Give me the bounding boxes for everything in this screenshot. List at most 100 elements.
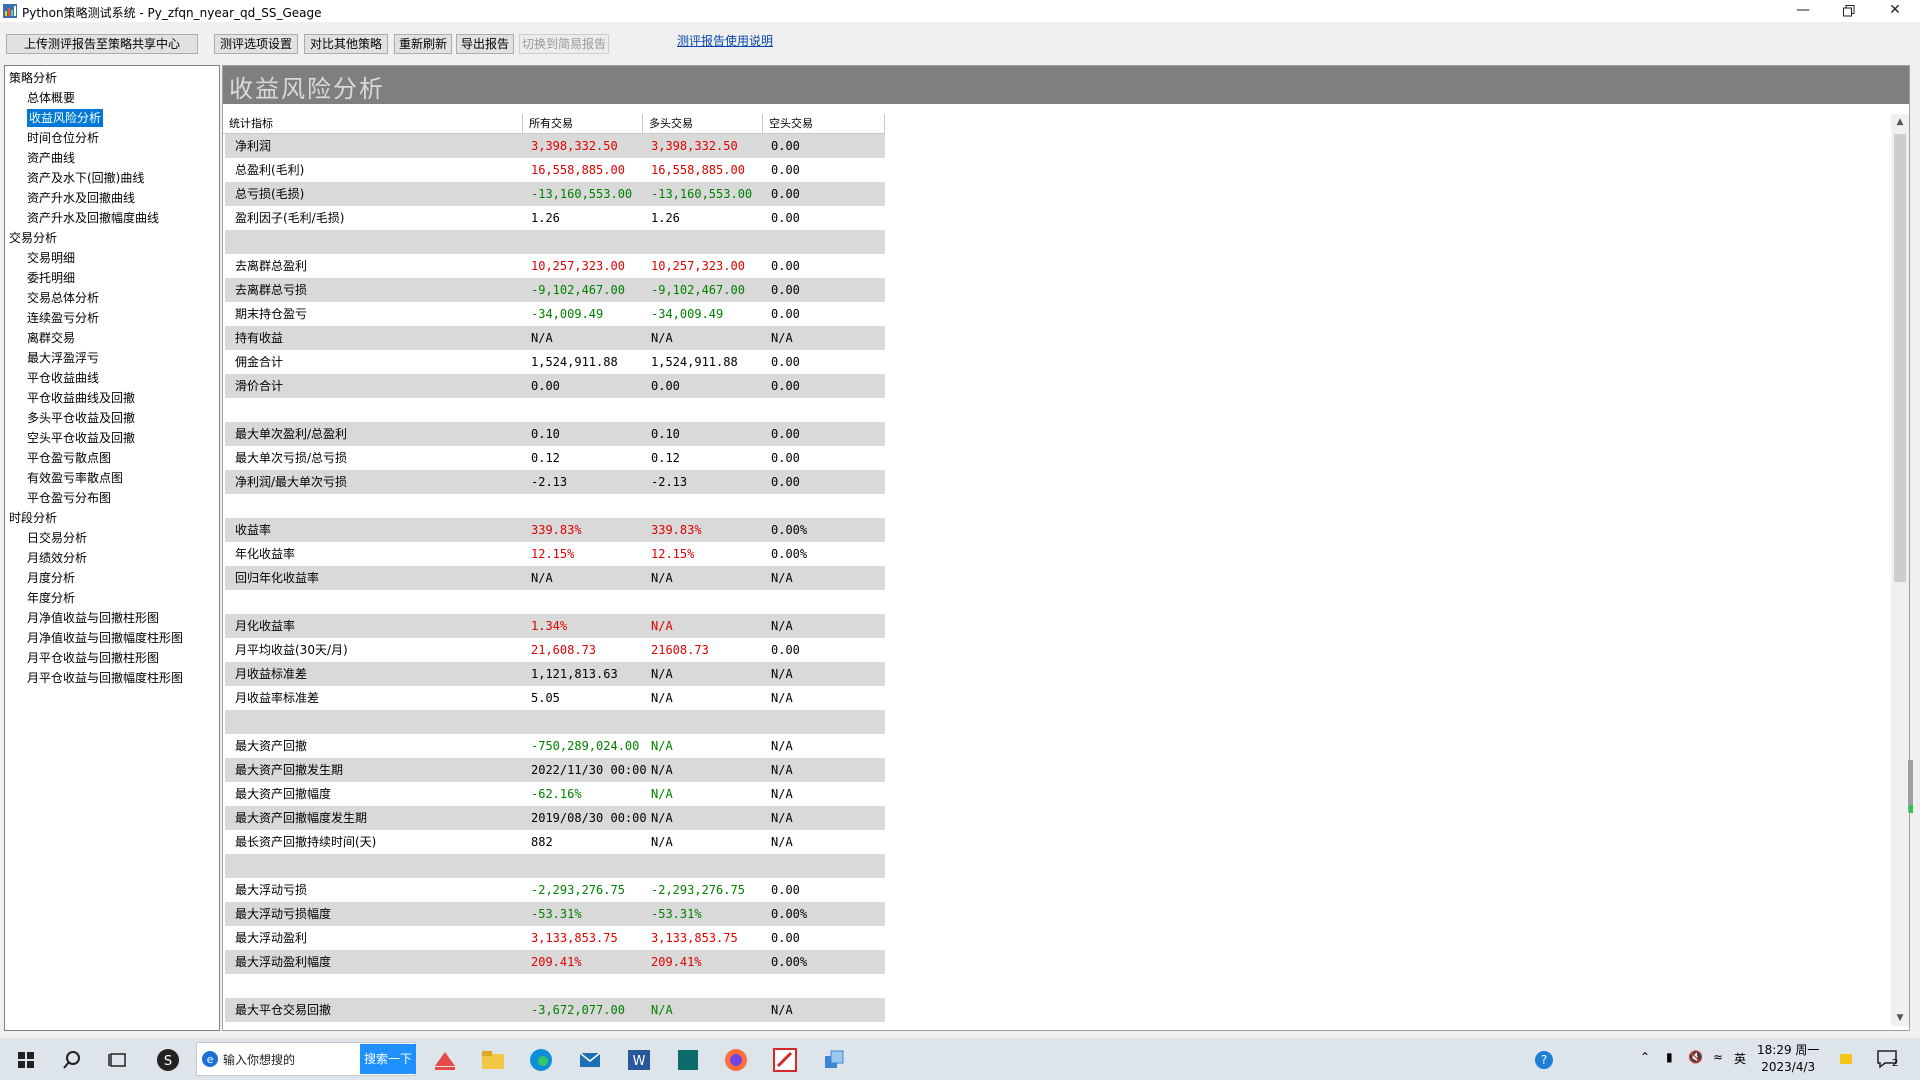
- value-long-trades: 0.12: [651, 451, 680, 465]
- volume-muted-icon[interactable]: 🔇: [1688, 1050, 1703, 1064]
- table-row: 最大浮动盈利 3,133,853.75 3,133,853.75 0.00: [225, 926, 885, 950]
- help-icon[interactable]: ?: [1530, 1046, 1558, 1074]
- value-long-trades: N/A: [651, 811, 673, 825]
- tree-item[interactable]: 月绩效分析: [27, 549, 87, 567]
- tree-item[interactable]: 交易总体分析: [27, 289, 99, 307]
- tree-item[interactable]: 总体概要: [27, 89, 75, 107]
- report-help-link[interactable]: 测评报告使用说明: [677, 32, 773, 49]
- tree-group[interactable]: 时段分析: [9, 509, 57, 527]
- tree-item[interactable]: 资产升水及回撤幅度曲线: [27, 209, 159, 227]
- battery-icon[interactable]: ▮: [1666, 1050, 1673, 1064]
- network-wifi-icon[interactable]: ≈: [1713, 1050, 1723, 1064]
- table-row: 去离群总亏损 -9,102,467.00 -9,102,467.00 0.00: [225, 278, 885, 302]
- tree-item[interactable]: 日交易分析: [27, 529, 87, 547]
- vertical-scrollbar[interactable]: ▲ ▼: [1891, 114, 1909, 1026]
- search-icon[interactable]: [58, 1046, 86, 1074]
- tray-chevron-up-icon[interactable]: ⌃: [1640, 1050, 1650, 1064]
- tree-item[interactable]: 平仓盈亏分布图: [27, 489, 111, 507]
- evaluation-options-button[interactable]: 测评选项设置: [214, 34, 298, 54]
- value-long-trades: 0.00: [651, 379, 680, 393]
- tree-item[interactable]: 年度分析: [27, 589, 75, 607]
- tree-item[interactable]: 交易明细: [27, 249, 75, 267]
- scroll-up-icon[interactable]: ▲: [1891, 114, 1909, 130]
- word-icon[interactable]: W: [625, 1046, 653, 1074]
- value-all-trades: 21,608.73: [531, 643, 597, 657]
- tree-item[interactable]: 平仓收益曲线及回撤: [27, 389, 135, 407]
- tree-group[interactable]: 策略分析: [9, 69, 57, 87]
- teal-app-icon[interactable]: [674, 1046, 702, 1074]
- value-all-trades: -9,102,467.00: [531, 283, 625, 297]
- notification-flag-icon[interactable]: [1832, 1046, 1860, 1074]
- tree-item[interactable]: 有效盈亏率散点图: [27, 469, 123, 487]
- tree-item[interactable]: 月度分析: [27, 569, 75, 587]
- edge-browser-icon[interactable]: [527, 1046, 555, 1074]
- metric-name: 收益率: [235, 523, 272, 537]
- table-row: 佣金合计 1,524,911.88 1,524,911.88 0.00: [225, 350, 885, 374]
- table-row: 月收益标准差 1,121,813.63 N/A N/A: [225, 662, 885, 686]
- red-app-icon[interactable]: [431, 1046, 459, 1074]
- tree-item[interactable]: 资产升水及回撤曲线: [27, 189, 135, 207]
- tree-item[interactable]: 资产曲线: [27, 149, 75, 167]
- value-short-trades: 0.00: [771, 187, 800, 201]
- network-app-icon[interactable]: [820, 1046, 848, 1074]
- value-long-trades: -13,160,553.00: [651, 187, 753, 201]
- export-report-button[interactable]: 导出报告: [456, 34, 514, 54]
- value-short-trades: 0.00%: [771, 523, 808, 537]
- app-s-icon[interactable]: S: [154, 1046, 182, 1074]
- scroll-down-icon[interactable]: ▼: [1891, 1010, 1909, 1026]
- tree-item[interactable]: 资产及水下(回撤)曲线: [27, 169, 144, 187]
- firefox-icon[interactable]: [722, 1046, 750, 1074]
- tree-item[interactable]: 平仓盈亏散点图: [27, 449, 111, 467]
- restore-button[interactable]: [1826, 0, 1872, 22]
- metric-name: 最大资产回撤幅度发生期: [235, 811, 368, 825]
- metric-name: 最大浮动盈利幅度: [235, 955, 332, 969]
- tree-item[interactable]: 委托明细: [27, 269, 75, 287]
- ime-indicator[interactable]: 英: [1734, 1050, 1746, 1067]
- header-long-trades[interactable]: 多头交易: [643, 114, 763, 134]
- taskbar-clock[interactable]: 18:29 周一 2023/4/3: [1757, 1042, 1819, 1076]
- value-long-trades: 1,524,911.88: [651, 355, 738, 369]
- tree-item[interactable]: 时间仓位分析: [27, 129, 99, 147]
- tree-item[interactable]: 平仓收益曲线: [27, 369, 99, 387]
- tree-item[interactable]: 离群交易: [27, 329, 75, 347]
- header-metric[interactable]: 统计指标: [223, 114, 523, 134]
- tree-group[interactable]: 交易分析: [9, 229, 57, 247]
- close-button[interactable]: ✕: [1872, 0, 1918, 22]
- value-long-trades: N/A: [651, 331, 673, 345]
- tree-item[interactable]: 月平仓收益与回撤幅度柱形图: [27, 669, 183, 687]
- tree-item[interactable]: 多头平仓收益及回撤: [27, 409, 135, 427]
- upload-report-button[interactable]: 上传测评报告至策略共享中心: [6, 34, 198, 54]
- tree-item[interactable]: 连续盈亏分析: [27, 309, 99, 327]
- analysis-tree[interactable]: 策略分析总体概要收益风险分析 时间仓位分析 资产曲线资产及水下(回撤)曲线 资产升水及…: [4, 65, 220, 1031]
- tree-item[interactable]: 月净值收益与回撤幅度柱形图: [27, 629, 183, 647]
- switch-simple-report-button[interactable]: 切换到简易报告: [519, 34, 609, 54]
- value-short-trades: N/A: [771, 1003, 793, 1017]
- task-view-icon[interactable]: [104, 1046, 132, 1074]
- tree-item[interactable]: 收益风险分析: [27, 109, 104, 127]
- metric-name: 净利润: [235, 139, 272, 153]
- value-short-trades: 0.00: [771, 139, 800, 153]
- strategy-app-icon[interactable]: [771, 1046, 799, 1074]
- table-row: 月平均收益(30天/月) 21,608.73 21608.73 0.00: [225, 638, 885, 662]
- compare-strategy-button[interactable]: 对比其他策略: [304, 34, 388, 54]
- table-row: 最大资产回撤幅度 -62.16% N/A N/A: [225, 782, 885, 806]
- header-short-trades[interactable]: 空头交易: [763, 114, 885, 134]
- action-center-button[interactable]: 2: [1874, 1044, 1904, 1074]
- file-explorer-icon[interactable]: [479, 1046, 507, 1074]
- taskbar-search-button[interactable]: 搜索一下: [360, 1044, 416, 1074]
- tree-item[interactable]: 最大浮盈浮亏: [27, 349, 99, 367]
- tree-item[interactable]: 月平仓收益与回撤柱形图: [27, 649, 159, 667]
- mail-icon[interactable]: [576, 1046, 604, 1074]
- windows-start-icon[interactable]: [12, 1046, 40, 1074]
- tree-item[interactable]: 空头平仓收益及回撤: [27, 429, 135, 447]
- scrollbar-thumb[interactable]: [1894, 134, 1906, 582]
- svg-text:?: ?: [1541, 1053, 1547, 1067]
- header-all-trades[interactable]: 所有交易: [523, 114, 643, 134]
- refresh-button[interactable]: 重新刷新: [394, 34, 452, 54]
- value-short-trades: 0.00: [771, 355, 800, 369]
- minimize-button[interactable]: —: [1780, 0, 1826, 22]
- value-long-trades: 16,558,885.00: [651, 163, 745, 177]
- metric-name: 最大浮动亏损: [235, 883, 308, 897]
- tree-item[interactable]: 月净值收益与回撤柱形图: [27, 609, 159, 627]
- value-long-trades: N/A: [651, 667, 673, 681]
